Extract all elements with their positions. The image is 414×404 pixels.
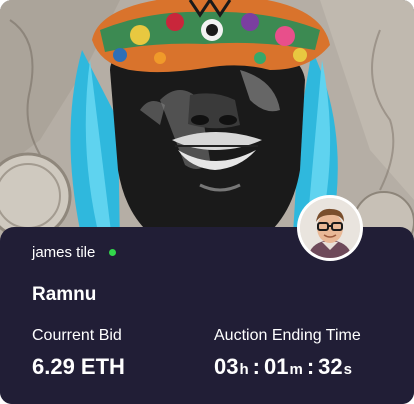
- current-bid-label: Courrent Bid: [32, 327, 122, 344]
- countdown-minutes-unit: m: [289, 361, 303, 378]
- nft-title[interactable]: Ramnu: [32, 284, 96, 306]
- current-bid-value: 6.29 ETH: [32, 354, 125, 379]
- countdown-seconds: 32: [318, 354, 343, 379]
- auction-countdown: 03 h : 01 m : 32 s: [214, 354, 352, 380]
- online-status-icon: [109, 249, 117, 256]
- owner-row[interactable]: james tile: [32, 244, 117, 261]
- countdown-separator: :: [306, 354, 315, 379]
- countdown-hours-unit: h: [239, 361, 249, 378]
- nft-card[interactable]: james tile Ramnu Courrent Bid 6.29 ETH A…: [0, 0, 414, 404]
- user-avatar-icon: [300, 198, 360, 258]
- countdown-minutes: 01: [263, 354, 289, 379]
- countdown-seconds-unit: s: [343, 361, 352, 378]
- owner-name[interactable]: james tile: [32, 244, 95, 261]
- countdown-separator: :: [252, 354, 260, 379]
- owner-avatar[interactable]: [297, 195, 363, 261]
- auction-end-label: Auction Ending Time: [214, 327, 361, 344]
- countdown-hours: 03: [214, 354, 239, 379]
- nft-info-panel: james tile Ramnu Courrent Bid 6.29 ETH A…: [0, 227, 414, 404]
